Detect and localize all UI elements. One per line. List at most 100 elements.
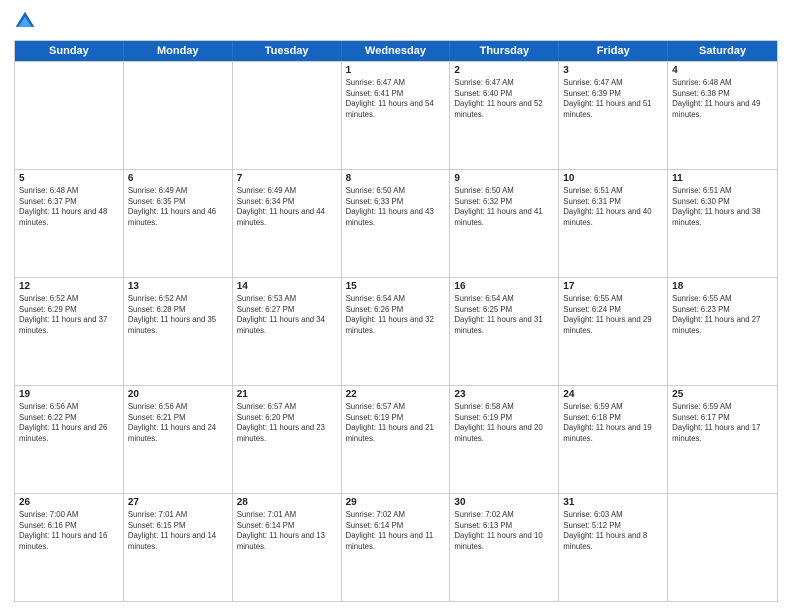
day-number: 27 — [128, 497, 228, 508]
day-number: 21 — [237, 389, 337, 400]
week-row-2: 5 Sunrise: 6:48 AM Sunset: 6:37 PM Daylig… — [15, 169, 777, 277]
day-cell: 3 Sunrise: 6:47 AM Sunset: 6:39 PM Daylig… — [559, 62, 668, 169]
day-cell: 30 Sunrise: 7:02 AM Sunset: 6:13 PM Dayli… — [450, 494, 559, 601]
day-cell: 21 Sunrise: 6:57 AM Sunset: 6:20 PM Dayli… — [233, 386, 342, 493]
day-info: Sunrise: 6:48 AM Sunset: 6:37 PM Dayligh… — [19, 186, 119, 228]
day-cell: 6 Sunrise: 6:49 AM Sunset: 6:35 PM Daylig… — [124, 170, 233, 277]
day-number: 24 — [563, 389, 663, 400]
day-cell: 17Sunrise: 6:55 AM Sunset: 6:24 PM Dayli… — [559, 278, 668, 385]
day-number: 23 — [454, 389, 554, 400]
header — [14, 10, 778, 32]
day-header-friday: Friday — [559, 41, 668, 61]
page: SundayMondayTuesdayWednesdayThursdayFrid… — [0, 0, 792, 612]
day-cell: 29 Sunrise: 7:02 AM Sunset: 6:14 PM Dayli… — [342, 494, 451, 601]
day-cell: 10 Sunrise: 6:51 AM Sunset: 6:31 PM Dayli… — [559, 170, 668, 277]
day-number: 19 — [19, 389, 119, 400]
day-info: Sunrise: 6:48 AM Sunset: 6:38 PM Dayligh… — [672, 78, 773, 120]
day-number: 2 — [454, 65, 554, 76]
day-info: Sunrise: 6:58 AM Sunset: 6:19 PM Dayligh… — [454, 402, 554, 444]
day-number: 3 — [563, 65, 663, 76]
day-info: Sunrise: 6:47 AM Sunset: 6:40 PM Dayligh… — [454, 78, 554, 120]
day-number: 5 — [19, 173, 119, 184]
day-number: 6 — [128, 173, 228, 184]
day-cell — [124, 62, 233, 169]
day-cell: 15 Sunrise: 6:54 AM Sunset: 6:26 PM Dayli… — [342, 278, 451, 385]
day-cell: 20 Sunrise: 6:56 AM Sunset: 6:21 PM Dayli… — [124, 386, 233, 493]
day-info: Sunrise: 7:01 AM Sunset: 6:14 PM Dayligh… — [237, 510, 337, 552]
day-info: Sunrise: 7:02 AM Sunset: 6:13 PM Dayligh… — [454, 510, 554, 552]
day-header-sunday: Sunday — [15, 41, 124, 61]
day-info: Sunrise: 6:52 AM Sunset: 6:28 PM Dayligh… — [128, 294, 228, 336]
day-info: Sunrise: 6:47 AM Sunset: 6:41 PM Dayligh… — [346, 78, 446, 120]
day-cell: 12 Sunrise: 6:52 AM Sunset: 6:29 PM Dayli… — [15, 278, 124, 385]
day-info: Sunrise: 6:54 AM Sunset: 6:26 PM Dayligh… — [346, 294, 446, 336]
day-number: 8 — [346, 173, 446, 184]
day-number: 29 — [346, 497, 446, 508]
day-number: 11 — [672, 173, 773, 184]
day-cell — [233, 62, 342, 169]
day-number: 25 — [672, 389, 773, 400]
day-header-monday: Monday — [124, 41, 233, 61]
day-cell: 26Sunrise: 7:00 AM Sunset: 6:16 PM Dayli… — [15, 494, 124, 601]
day-number: 17 — [563, 281, 663, 292]
day-info: Sunrise: 6:51 AM Sunset: 6:30 PM Dayligh… — [672, 186, 773, 228]
week-row-3: 12 Sunrise: 6:52 AM Sunset: 6:29 PM Dayli… — [15, 277, 777, 385]
day-number: 7 — [237, 173, 337, 184]
day-info: Sunrise: 6:03 AM Sunset: 5:12 PM Dayligh… — [563, 510, 663, 552]
day-cell: 1Sunrise: 6:47 AM Sunset: 6:41 PM Daylig… — [342, 62, 451, 169]
calendar: SundayMondayTuesdayWednesdayThursdayFrid… — [14, 40, 778, 602]
day-headers: SundayMondayTuesdayWednesdayThursdayFrid… — [15, 41, 777, 61]
day-info: Sunrise: 7:01 AM Sunset: 6:15 PM Dayligh… — [128, 510, 228, 552]
day-cell: 16 Sunrise: 6:54 AM Sunset: 6:25 PM Dayli… — [450, 278, 559, 385]
day-number: 12 — [19, 281, 119, 292]
day-cell: 31Sunrise: 6:03 AM Sunset: 5:12 PM Dayli… — [559, 494, 668, 601]
day-cell: 4 Sunrise: 6:48 AM Sunset: 6:38 PM Daylig… — [668, 62, 777, 169]
week-row-5: 26Sunrise: 7:00 AM Sunset: 6:16 PM Dayli… — [15, 493, 777, 601]
day-cell: 23 Sunrise: 6:58 AM Sunset: 6:19 PM Dayli… — [450, 386, 559, 493]
day-info: Sunrise: 6:56 AM Sunset: 6:22 PM Dayligh… — [19, 402, 119, 444]
day-number: 9 — [454, 173, 554, 184]
day-info: Sunrise: 6:47 AM Sunset: 6:39 PM Dayligh… — [563, 78, 663, 120]
day-number: 13 — [128, 281, 228, 292]
day-cell: 28 Sunrise: 7:01 AM Sunset: 6:14 PM Dayli… — [233, 494, 342, 601]
day-info: Sunrise: 6:59 AM Sunset: 6:18 PM Dayligh… — [563, 402, 663, 444]
day-cell: 24 Sunrise: 6:59 AM Sunset: 6:18 PM Dayli… — [559, 386, 668, 493]
day-header-saturday: Saturday — [668, 41, 777, 61]
day-number: 16 — [454, 281, 554, 292]
day-cell: 22Sunrise: 6:57 AM Sunset: 6:19 PM Dayli… — [342, 386, 451, 493]
day-cell: 7Sunrise: 6:49 AM Sunset: 6:34 PM Daylig… — [233, 170, 342, 277]
day-info: Sunrise: 6:49 AM Sunset: 6:35 PM Dayligh… — [128, 186, 228, 228]
day-info: Sunrise: 6:53 AM Sunset: 6:27 PM Dayligh… — [237, 294, 337, 336]
day-info: Sunrise: 6:54 AM Sunset: 6:25 PM Dayligh… — [454, 294, 554, 336]
day-info: Sunrise: 6:50 AM Sunset: 6:33 PM Dayligh… — [346, 186, 446, 228]
weeks: 1Sunrise: 6:47 AM Sunset: 6:41 PM Daylig… — [15, 61, 777, 601]
day-cell: 19 Sunrise: 6:56 AM Sunset: 6:22 PM Dayli… — [15, 386, 124, 493]
day-number: 10 — [563, 173, 663, 184]
day-cell: 8 Sunrise: 6:50 AM Sunset: 6:33 PM Daylig… — [342, 170, 451, 277]
day-cell: 5 Sunrise: 6:48 AM Sunset: 6:37 PM Daylig… — [15, 170, 124, 277]
day-cell: 9 Sunrise: 6:50 AM Sunset: 6:32 PM Daylig… — [450, 170, 559, 277]
day-info: Sunrise: 6:59 AM Sunset: 6:17 PM Dayligh… — [672, 402, 773, 444]
day-cell: 27 Sunrise: 7:01 AM Sunset: 6:15 PM Dayli… — [124, 494, 233, 601]
day-number: 30 — [454, 497, 554, 508]
day-info: Sunrise: 6:51 AM Sunset: 6:31 PM Dayligh… — [563, 186, 663, 228]
logo-icon — [14, 10, 36, 32]
day-number: 15 — [346, 281, 446, 292]
day-info: Sunrise: 6:50 AM Sunset: 6:32 PM Dayligh… — [454, 186, 554, 228]
day-info: Sunrise: 7:02 AM Sunset: 6:14 PM Dayligh… — [346, 510, 446, 552]
day-number: 20 — [128, 389, 228, 400]
day-number: 4 — [672, 65, 773, 76]
day-cell — [15, 62, 124, 169]
day-header-thursday: Thursday — [450, 41, 559, 61]
day-cell: 11 Sunrise: 6:51 AM Sunset: 6:30 PM Dayli… — [668, 170, 777, 277]
day-number: 28 — [237, 497, 337, 508]
day-info: Sunrise: 6:55 AM Sunset: 6:23 PM Dayligh… — [672, 294, 773, 336]
day-info: Sunrise: 6:57 AM Sunset: 6:20 PM Dayligh… — [237, 402, 337, 444]
day-info: Sunrise: 6:56 AM Sunset: 6:21 PM Dayligh… — [128, 402, 228, 444]
day-cell: 25 Sunrise: 6:59 AM Sunset: 6:17 PM Dayli… — [668, 386, 777, 493]
day-header-tuesday: Tuesday — [233, 41, 342, 61]
day-info: Sunrise: 6:52 AM Sunset: 6:29 PM Dayligh… — [19, 294, 119, 336]
day-cell: 2 Sunrise: 6:47 AM Sunset: 6:40 PM Daylig… — [450, 62, 559, 169]
day-cell — [668, 494, 777, 601]
day-cell: 13 Sunrise: 6:52 AM Sunset: 6:28 PM Dayli… — [124, 278, 233, 385]
